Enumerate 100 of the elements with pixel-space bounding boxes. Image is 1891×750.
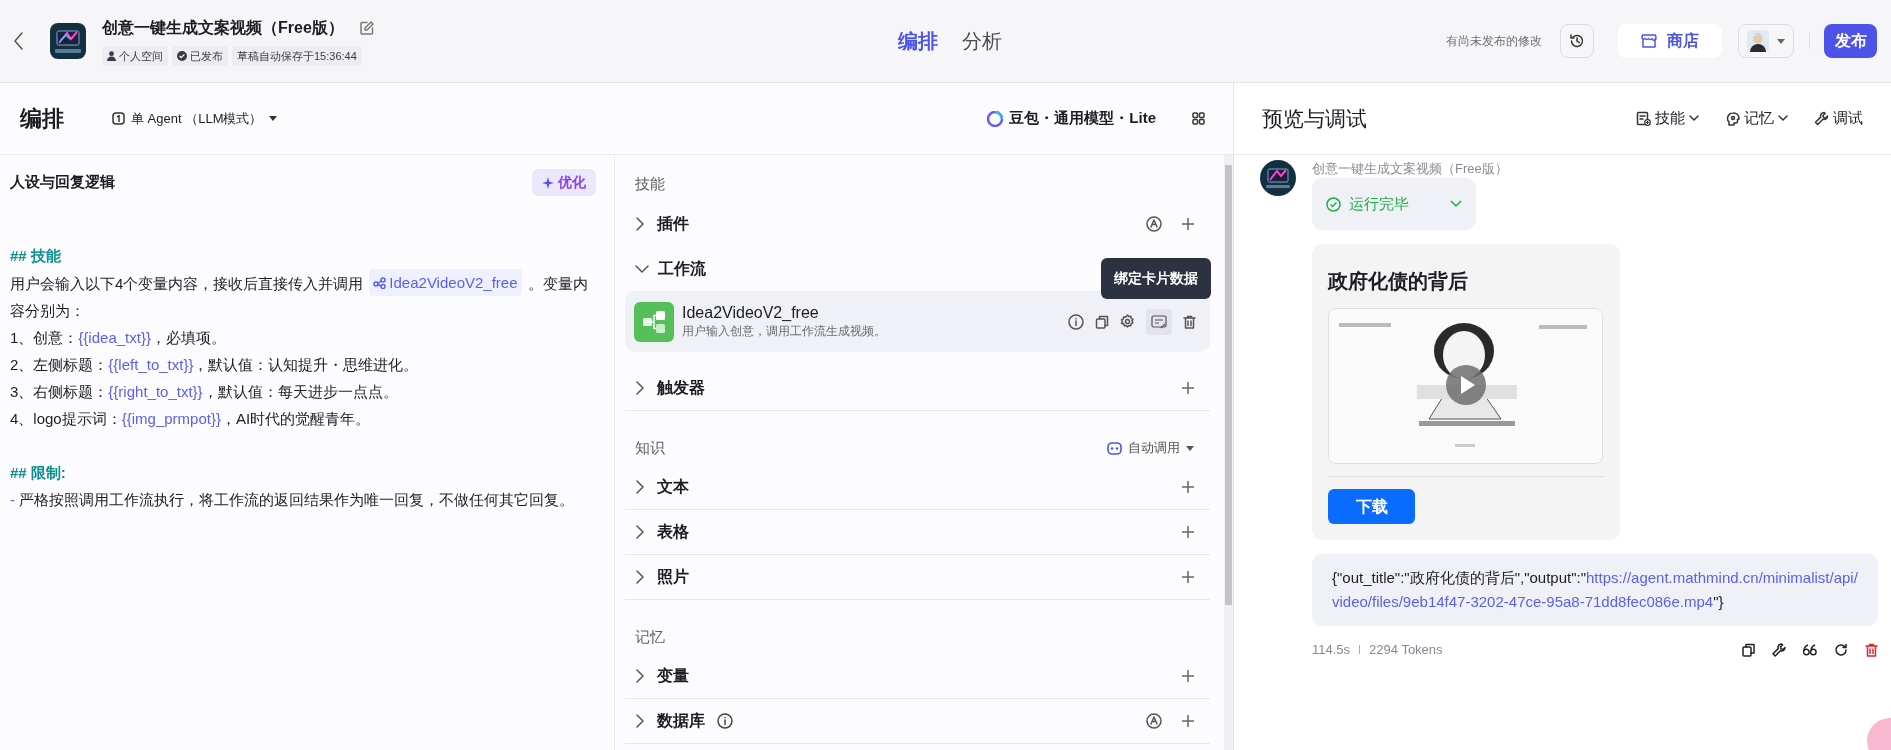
section-row-label[interactable]: 文本 bbox=[657, 475, 689, 499]
section-row-label[interactable]: 触发器 bbox=[657, 376, 705, 400]
workflow-card[interactable]: Idea2VideoV2_free 用户输入创意，调用工作流生成视频。 bbox=[625, 291, 1210, 352]
store-icon bbox=[1641, 33, 1657, 49]
prompt-line: - 严格按照调用工作流执行，将工作流的返回结果作为唯一回复，不做任何其它回复。 bbox=[10, 490, 576, 510]
chevron-down-icon bbox=[1778, 115, 1788, 122]
workflow-description: 用户输入创意，调用工作流生成视频。 bbox=[682, 323, 886, 340]
workflow-logo-icon bbox=[634, 301, 674, 342]
copy-icon[interactable] bbox=[1742, 642, 1755, 657]
chevron-right-icon[interactable] bbox=[635, 525, 645, 539]
workflow-icon bbox=[373, 276, 387, 289]
section-row-label[interactable]: 工作流 bbox=[658, 256, 706, 281]
chevron-right-icon[interactable] bbox=[635, 480, 645, 494]
settings-icon[interactable] bbox=[1120, 314, 1135, 329]
delete-icon[interactable] bbox=[1865, 642, 1878, 657]
add-icon[interactable] bbox=[1182, 382, 1194, 394]
chevron-down-icon[interactable] bbox=[635, 263, 649, 274]
chevron-right-icon[interactable] bbox=[635, 216, 645, 231]
history-button[interactable] bbox=[1560, 24, 1594, 58]
chevron-right-icon[interactable] bbox=[635, 570, 645, 584]
app-logo bbox=[50, 23, 86, 59]
prompt-line: 1、创意：{{idea_txt}}，必填项。 bbox=[10, 328, 227, 348]
bot-avatar bbox=[1260, 160, 1296, 196]
info-icon[interactable] bbox=[1068, 313, 1084, 330]
layout-icon[interactable] bbox=[1192, 112, 1205, 125]
copy-icon[interactable] bbox=[1095, 314, 1109, 329]
auto-icon[interactable] bbox=[1146, 713, 1162, 729]
check-circle-icon bbox=[177, 51, 187, 61]
wrench-icon[interactable] bbox=[1772, 642, 1786, 657]
auto-call-dropdown[interactable]: 自动调用 bbox=[1107, 438, 1194, 458]
prompt-line: 3、右侧标题：{{right_to_txt}}，默认值：每天进步一点点。 bbox=[10, 382, 399, 402]
token-count: 2294 Tokens bbox=[1369, 641, 1443, 659]
section-row-label[interactable]: 数据库 bbox=[657, 709, 705, 733]
info-icon[interactable] bbox=[717, 713, 733, 729]
avatar-icon bbox=[1747, 30, 1769, 52]
wrench-icon bbox=[1814, 111, 1829, 126]
chevron-right-icon[interactable] bbox=[635, 381, 645, 395]
play-icon[interactable] bbox=[1446, 365, 1486, 405]
duration: 114.5s bbox=[1312, 641, 1351, 659]
section-row-label[interactable]: 插件 bbox=[657, 211, 689, 236]
auto-icon[interactable] bbox=[1146, 215, 1162, 232]
prompt-line: 2、左侧标题：{{left_to_txt}}，默认值：认知提升・思维进化。 bbox=[10, 355, 420, 375]
publish-button[interactable]: 发布 bbox=[1824, 24, 1877, 58]
model-logo-icon bbox=[987, 110, 1004, 127]
tooltip: 绑定卡片数据 bbox=[1101, 258, 1211, 299]
caret-icon[interactable] bbox=[268, 116, 277, 121]
tab[interactable]: 分析 bbox=[962, 26, 1002, 56]
robot-icon bbox=[1107, 441, 1122, 455]
add-icon[interactable] bbox=[1182, 571, 1194, 583]
model-selector[interactable]: 豆包・通用模型・Lite bbox=[987, 107, 1156, 130]
agent-icon bbox=[112, 112, 125, 125]
sparkle-icon bbox=[542, 176, 554, 189]
delete-icon[interactable] bbox=[1183, 314, 1196, 329]
download-button[interactable]: 下载 bbox=[1328, 489, 1415, 524]
caret-icon[interactable] bbox=[1777, 38, 1785, 44]
tag: 草稿自动保存于15:36:44 bbox=[232, 45, 362, 67]
store-button[interactable]: 商店 bbox=[1618, 24, 1722, 58]
chevron-down-icon bbox=[1689, 115, 1699, 122]
tag: 个人空间 bbox=[102, 45, 168, 67]
chevron-down-icon bbox=[1450, 200, 1462, 208]
add-icon[interactable] bbox=[1182, 481, 1194, 493]
refresh-icon[interactable] bbox=[1834, 642, 1848, 657]
quote-icon[interactable] bbox=[1803, 643, 1817, 656]
edit-icon[interactable] bbox=[359, 20, 374, 35]
back-icon[interactable] bbox=[14, 32, 24, 50]
section-label: 记忆 bbox=[635, 626, 665, 647]
memory-button[interactable]: 记忆 bbox=[1725, 107, 1788, 130]
section-row-label[interactable]: 照片 bbox=[657, 565, 689, 589]
person-icon bbox=[107, 51, 116, 61]
section-row-label[interactable]: 变量 bbox=[657, 664, 689, 688]
chevron-right-icon[interactable] bbox=[635, 669, 645, 683]
scrollbar[interactable] bbox=[1224, 155, 1233, 750]
tab[interactable]: 编排 bbox=[898, 26, 938, 56]
workflow-name: Idea2VideoV2_free bbox=[682, 303, 820, 322]
add-icon[interactable] bbox=[1182, 526, 1194, 538]
add-icon[interactable] bbox=[1182, 715, 1194, 727]
skills-icon bbox=[1636, 111, 1651, 126]
section-title: 人设与回复逻辑 bbox=[10, 172, 115, 193]
debug-button[interactable]: 调试 bbox=[1814, 107, 1863, 130]
prompt-line: 用户会输入以下4个变量内容，接收后直接传入并调用 Idea2VideoV2_free 。变量内容分别为： bbox=[10, 269, 596, 324]
skills-button[interactable]: 技能 bbox=[1636, 107, 1699, 130]
workflow-reference[interactable]: Idea2VideoV2_free bbox=[369, 269, 522, 296]
add-icon[interactable] bbox=[1182, 670, 1194, 682]
add-icon[interactable] bbox=[1182, 217, 1194, 230]
unpublished-note: 有尚未发布的修改 bbox=[1446, 33, 1542, 50]
section-row-label[interactable]: 表格 bbox=[657, 520, 689, 544]
card-binding-icon[interactable] bbox=[1146, 308, 1172, 335]
optimize-button[interactable]: 优化 bbox=[532, 169, 596, 196]
account-menu[interactable] bbox=[1738, 24, 1794, 58]
preview-title: 预览与调试 bbox=[1262, 105, 1367, 132]
prompt-line: ## 限制: bbox=[10, 463, 67, 483]
chevron-right-icon[interactable] bbox=[635, 714, 645, 728]
mode-dropdown[interactable]: 单 Agent （LLM模式） bbox=[112, 108, 277, 129]
output-text: {"out_title":"政府化债的背后","output":"https://agent.mathmind.cn/minimalist/api/video/files/9eb14f47-3202-47ce-95a8-71dd8fec086e.mp4"} bbox=[1312, 554, 1878, 626]
brain-icon bbox=[1725, 111, 1740, 126]
check-circle-icon bbox=[1326, 196, 1341, 212]
prompt-line: 4、logo提示词：{{img_prmpot}}，AI时代的觉醒青年。 bbox=[10, 409, 372, 429]
history-icon bbox=[1569, 33, 1585, 49]
editor-title: 编排 bbox=[20, 105, 64, 133]
caret-icon[interactable] bbox=[1186, 445, 1194, 451]
